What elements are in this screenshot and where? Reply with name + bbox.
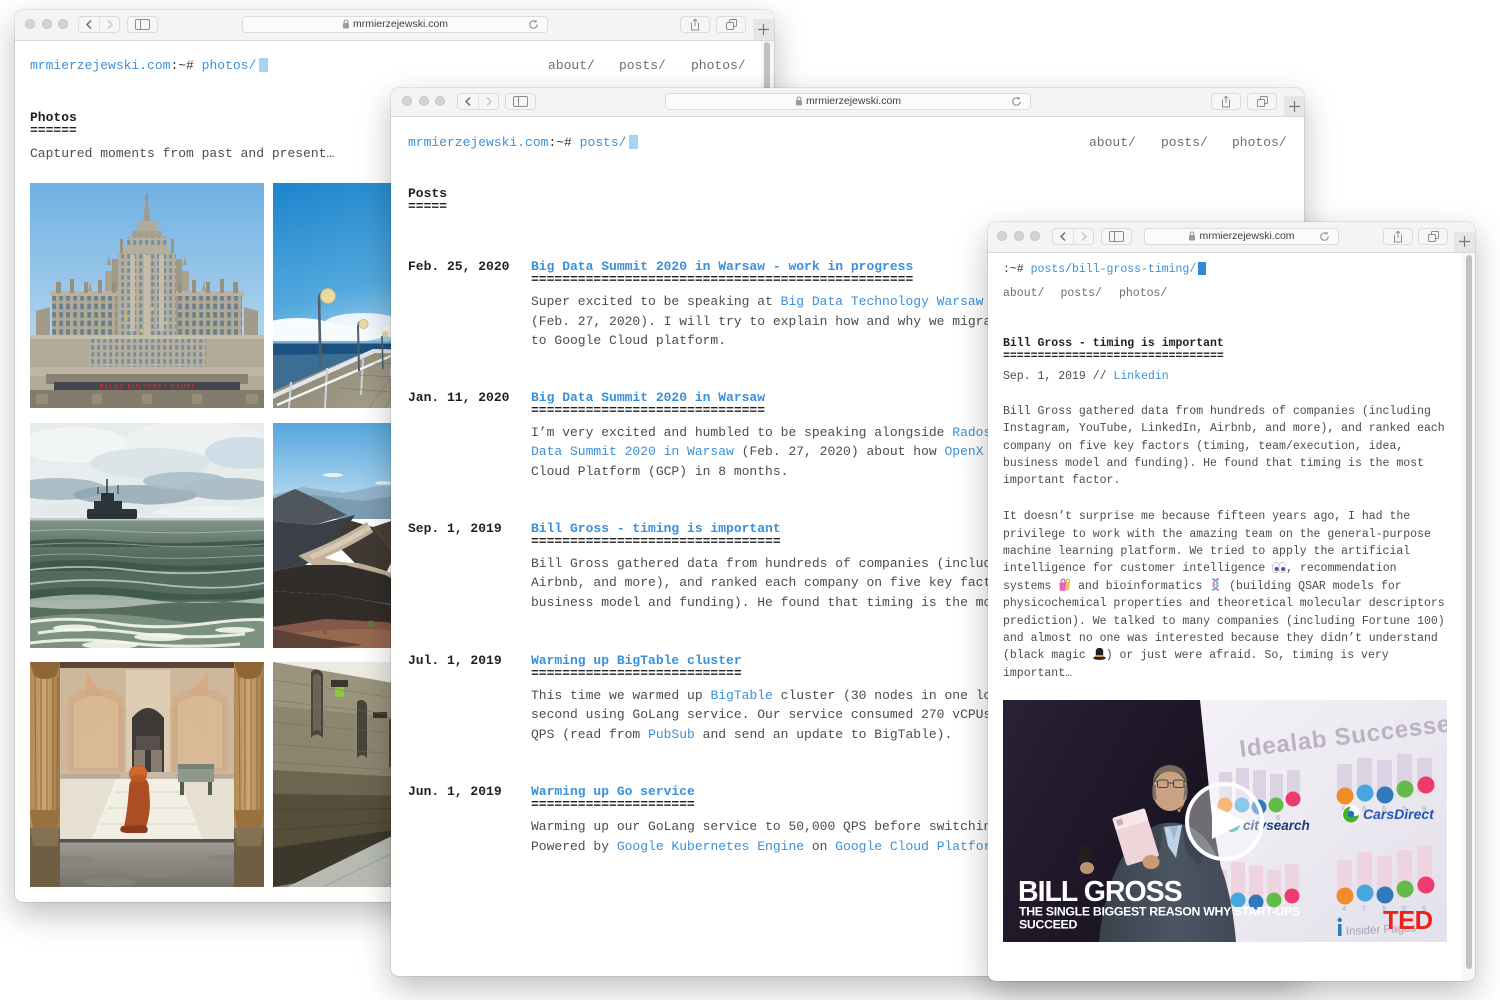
svg-text:PALAC KULTURY I NAUKI: PALAC KULTURY I NAUKI	[100, 385, 195, 391]
svg-text:7: 7	[1362, 904, 1366, 913]
svg-text:4: 4	[1342, 904, 1346, 913]
svg-text:SUCCEED: SUCCEED	[1019, 918, 1077, 932]
svg-text:BILL GROSS: BILL GROSS	[1018, 876, 1182, 908]
svg-text:TED: TED	[1383, 907, 1433, 935]
svg-text:CarsDirect: CarsDirect	[1363, 806, 1435, 822]
svg-text:THE SINGLE BIGGEST REASON WHY: THE SINGLE BIGGEST REASON WHY START-UPS	[1019, 905, 1300, 919]
